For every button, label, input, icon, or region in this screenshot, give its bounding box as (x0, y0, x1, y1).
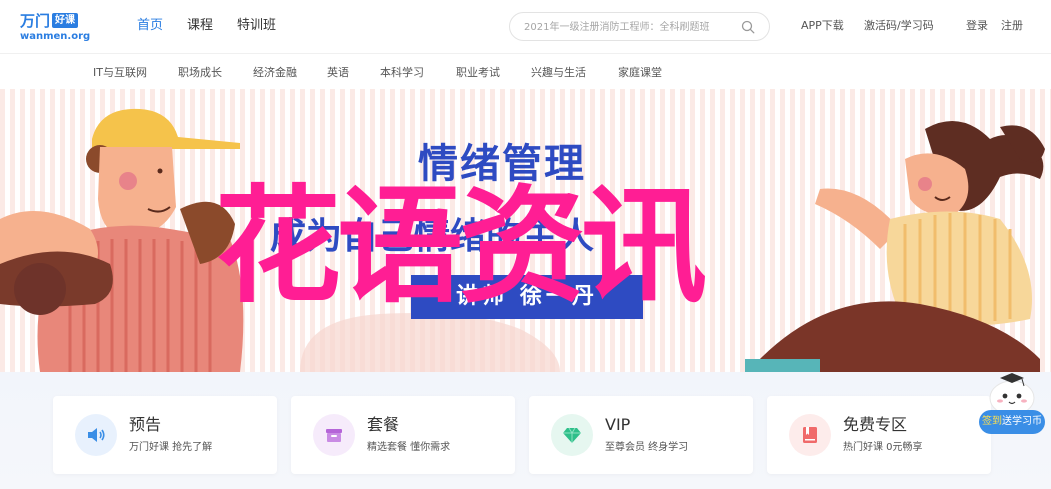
category-bar: IT与互联网 职场成长 经济金融 英语 本科学习 职业考试 兴趣与生活 家庭课堂 (0, 55, 1051, 89)
feature-cards: 预告 万门好课 抢先了解 套餐 精选套餐 懂你需求 VIP 至尊会员 终身学习 (0, 372, 1051, 489)
card-title: 免费专区 (843, 415, 908, 434)
card-desc: 万门好课 抢先了解 (129, 442, 213, 453)
card-title: VIP (605, 415, 631, 434)
card-desc: 精选套餐 懂你需求 (367, 442, 451, 453)
header: 万门 好课 wanmen.org 首页 课程 特训班 APP下载 激活码/学习码… (0, 0, 1051, 54)
category-item[interactable]: 职业考试 (456, 66, 500, 80)
card-desc: 至尊会员 终身学习 (605, 442, 689, 453)
checkin-label: 送学习币 (1002, 416, 1042, 427)
card-free[interactable]: 免费专区 热门好课 0元畅享 (767, 396, 991, 474)
card-package[interactable]: 套餐 精选套餐 懂你需求 (291, 396, 515, 474)
book-icon (789, 414, 831, 456)
banner-overlay-text: 花语资讯 (215, 173, 707, 320)
checkin-badge[interactable]: 签到送学习币 (979, 410, 1045, 434)
package-icon (313, 414, 355, 456)
checkin-mascot[interactable]: 签到送学习币 (978, 370, 1048, 436)
category-item[interactable]: 英语 (327, 66, 349, 80)
card-title: 预告 (129, 415, 162, 434)
top-links: APP下载 激活码/学习码 登录 注册 (0, 19, 1051, 35)
speaker-icon (75, 414, 117, 456)
category-item[interactable]: 本科学习 (380, 66, 424, 80)
diamond-icon (551, 414, 593, 456)
checkin-highlight: 签到 (982, 416, 1002, 427)
app-download-link[interactable]: APP下载 (801, 19, 844, 33)
category-item[interactable]: 经济金融 (253, 66, 297, 80)
category-item[interactable]: 职场成长 (178, 66, 222, 80)
card-title: 套餐 (367, 415, 400, 434)
category-item[interactable]: 家庭课堂 (618, 66, 662, 80)
card-vip[interactable]: VIP 至尊会员 终身学习 (529, 396, 753, 474)
category-item[interactable]: 兴趣与生活 (531, 66, 586, 80)
card-preview[interactable]: 预告 万门好课 抢先了解 (53, 396, 277, 474)
hero-banner[interactable]: 情绪管理 成为自己情绪的主人 讲师 徐一丹 花语资讯 (0, 89, 1051, 372)
card-desc: 热门好课 0元畅享 (843, 442, 923, 453)
login-link[interactable]: 登录 (966, 19, 988, 33)
mascot-icon (989, 373, 1035, 416)
register-link[interactable]: 注册 (1001, 19, 1023, 33)
category-item[interactable]: IT与互联网 (93, 66, 147, 80)
activation-code-link[interactable]: 激活码/学习码 (864, 19, 934, 33)
